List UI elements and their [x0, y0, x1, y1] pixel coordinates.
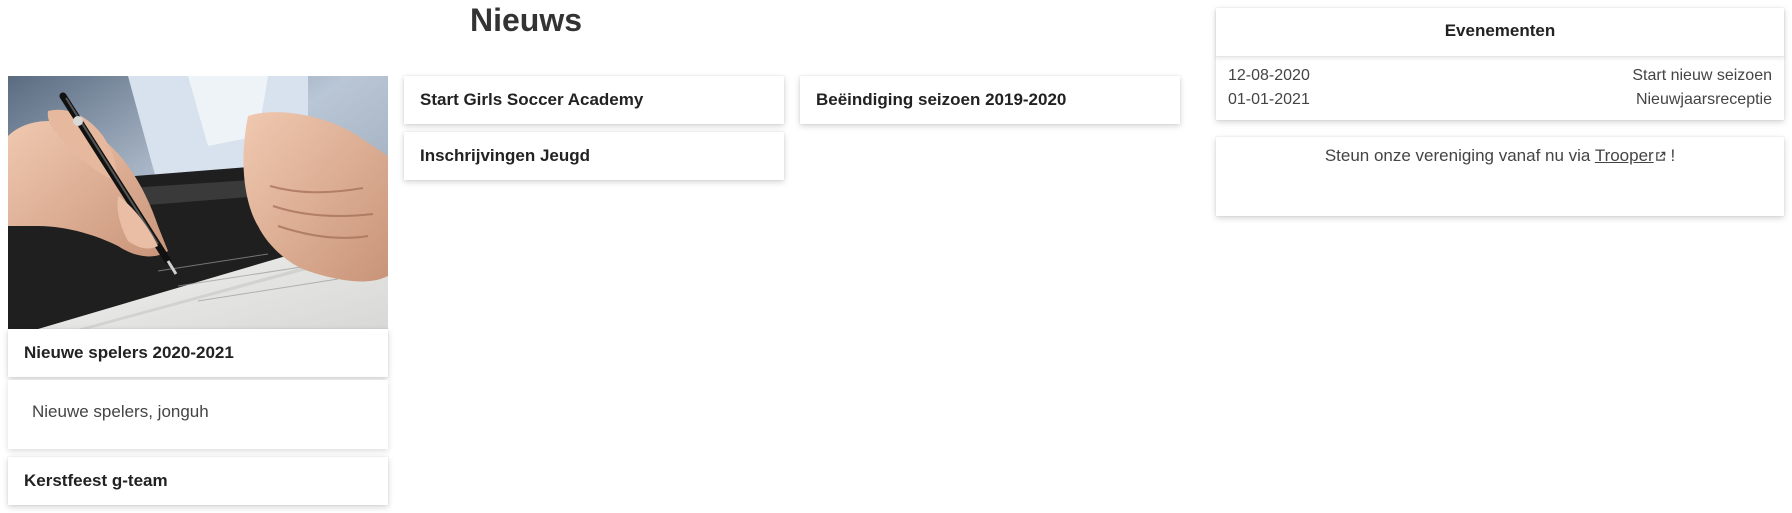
- support-text: Steun onze vereniging vanaf nu via Troop…: [1216, 137, 1784, 166]
- news-title[interactable]: Inschrijvingen Jeugd: [404, 132, 784, 179]
- support-text-before: Steun onze vereniging vanaf nu via: [1324, 146, 1595, 165]
- events-header: Evenementen: [1216, 8, 1784, 57]
- trooper-link[interactable]: Trooper: [1595, 146, 1666, 165]
- external-link-icon[interactable]: [1655, 151, 1666, 162]
- event-row[interactable]: 01-01-2021 Nieuwjaarsreceptie: [1228, 88, 1772, 112]
- events-panel: Evenementen 12-08-2020 Start nieuw seizo…: [1216, 8, 1784, 120]
- news-card-featured[interactable]: Nieuwe spelers 2020-2021: [8, 329, 388, 377]
- events-list: 12-08-2020 Start nieuw seizoen 01-01-202…: [1216, 57, 1784, 112]
- news-card[interactable]: Start Girls Soccer Academy: [404, 76, 784, 124]
- page-title: Nieuws: [470, 2, 583, 38]
- support-text-after: !: [1665, 146, 1676, 165]
- news-excerpt: Nieuwe spelers, jonguh: [32, 402, 209, 421]
- event-name[interactable]: Nieuwjaarsreceptie: [1636, 88, 1772, 112]
- event-name[interactable]: Start nieuw seizoen: [1632, 64, 1772, 88]
- event-date: 12-08-2020: [1228, 67, 1310, 84]
- news-card[interactable]: Beëindiging seizoen 2019-2020: [800, 76, 1180, 124]
- event-row[interactable]: 12-08-2020 Start nieuw seizoen: [1228, 64, 1772, 88]
- news-excerpt-card: Nieuwe spelers, jonguh: [8, 380, 388, 449]
- event-date: 01-01-2021: [1228, 91, 1310, 108]
- news-title[interactable]: Nieuwe spelers 2020-2021: [8, 329, 388, 376]
- news-card[interactable]: Inschrijvingen Jeugd: [404, 132, 784, 180]
- news-title[interactable]: Beëindiging seizoen 2019-2020: [800, 76, 1180, 123]
- news-title[interactable]: Start Girls Soccer Academy: [404, 76, 784, 123]
- signing-document-photo: [8, 76, 388, 329]
- trooper-link-label[interactable]: Trooper: [1595, 146, 1654, 165]
- support-panel: Steun onze vereniging vanaf nu via Troop…: [1216, 137, 1784, 216]
- news-card[interactable]: Kerstfeest g-team: [8, 457, 388, 505]
- news-image[interactable]: [8, 76, 388, 329]
- news-title[interactable]: Kerstfeest g-team: [8, 457, 388, 504]
